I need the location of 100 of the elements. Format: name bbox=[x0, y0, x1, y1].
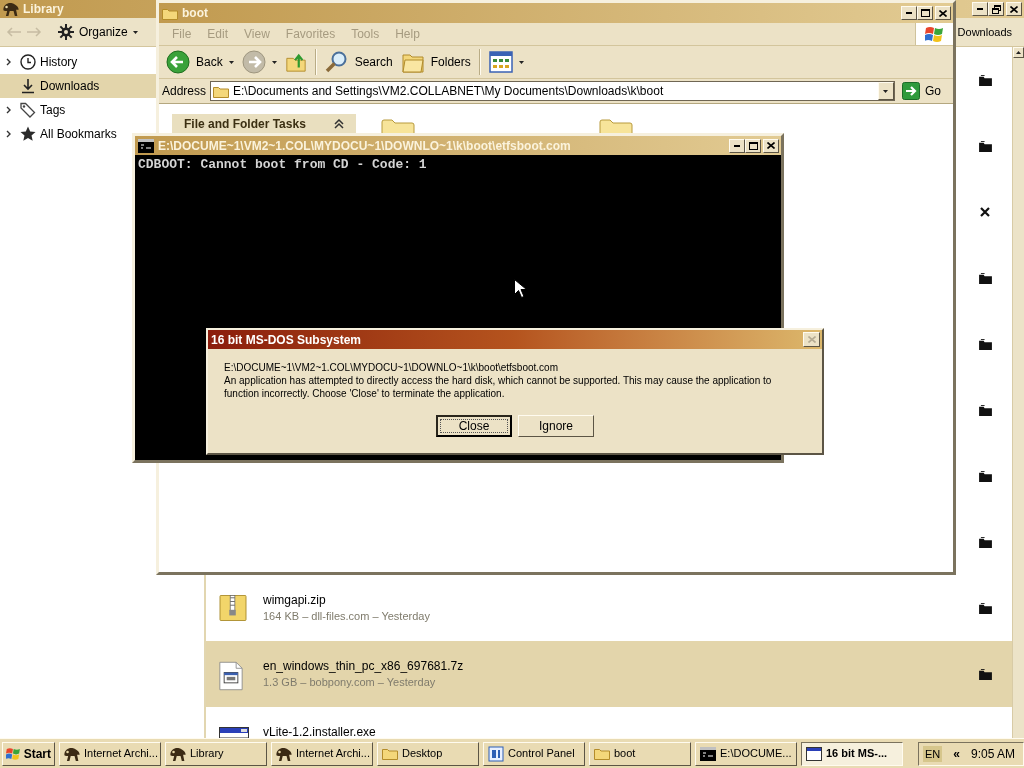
folder-icon[interactable] bbox=[978, 470, 992, 482]
organize-button[interactable]: Organize bbox=[56, 21, 140, 43]
maximize-button[interactable] bbox=[917, 6, 933, 20]
dialog-message: E:\DOCUME~1\VM2~1.COL\MYDOCU~1\DOWNLO~1\k\boot\etfsboot.com bbox=[224, 361, 559, 374]
restore-button[interactable] bbox=[988, 2, 1004, 16]
window-icon bbox=[806, 746, 822, 761]
folder-up-icon bbox=[284, 51, 307, 73]
maximize-icon bbox=[748, 141, 758, 150]
zip-file-icon bbox=[219, 595, 247, 621]
taskbar-button[interactable]: Library bbox=[165, 741, 267, 766]
minimize-button[interactable] bbox=[729, 138, 745, 153]
folder-icon bbox=[594, 747, 610, 760]
up-arrow-icon bbox=[1016, 51, 1021, 54]
start-button[interactable]: Start bbox=[2, 741, 55, 766]
search-icon bbox=[324, 50, 349, 74]
window-title: Library bbox=[23, 2, 64, 16]
folder-icon bbox=[213, 84, 230, 98]
collapse-icon bbox=[334, 118, 344, 129]
maximize-button[interactable] bbox=[745, 138, 761, 153]
download-row[interactable]: en_windows_thin_pc_x86_697681.7z 1.3 GB – bobpony.com – Yesterday bbox=[206, 641, 1012, 707]
taskbar-button[interactable]: 16 bit MS-... bbox=[801, 741, 903, 766]
console-line: CDBOOT: Cannot boot from CD - Code: 1 bbox=[138, 157, 427, 173]
control-panel-icon bbox=[488, 745, 504, 762]
window-title: 16 bit MS-DOS Subsystem bbox=[211, 332, 362, 347]
window-title: boot bbox=[182, 6, 208, 20]
caret-icon bbox=[518, 60, 524, 64]
restore-icon bbox=[991, 4, 1001, 14]
folder-icon[interactable] bbox=[978, 602, 992, 614]
logo-icon bbox=[925, 25, 944, 43]
address-field[interactable]: E:\Documents and Settings\VM2.COLLABNET\My Documents\Downloads\k\boot bbox=[210, 81, 895, 101]
program-window-icon bbox=[219, 727, 249, 738]
dialog-button[interactable]: Ignore bbox=[518, 415, 594, 437]
scroll-up-button[interactable] bbox=[1013, 47, 1024, 58]
taskbar-button[interactable]: boot bbox=[589, 741, 691, 766]
chevron-right-icon bbox=[5, 130, 11, 138]
tag-icon bbox=[20, 102, 36, 118]
close-icon bbox=[939, 9, 947, 17]
folder-icon[interactable] bbox=[978, 536, 992, 548]
grid-view-icon bbox=[488, 51, 513, 73]
minimize-button[interactable] bbox=[901, 6, 917, 20]
app-icon bbox=[170, 746, 186, 761]
minimize-icon bbox=[906, 12, 912, 14]
caret-icon bbox=[883, 89, 889, 93]
taskbar-button[interactable]: Control Panel bbox=[483, 741, 585, 766]
caret-icon bbox=[271, 60, 277, 64]
caret-icon bbox=[228, 60, 234, 64]
dialog-message: An application has attempted to directly access the hard disk, which cannot be supported. This may cause the application to function incorrectly. Choose 'Close' to terminate the application. bbox=[224, 374, 773, 400]
taskbar-button[interactable]: Desktop bbox=[377, 741, 479, 766]
toolbar-label: Downloads bbox=[957, 24, 1012, 40]
clock: 9:05 AM bbox=[970, 745, 1016, 763]
folders-button[interactable]: Folders bbox=[397, 48, 474, 76]
close-button[interactable] bbox=[935, 6, 951, 20]
search-button[interactable]: Search bbox=[321, 48, 396, 76]
go-arrow-icon bbox=[902, 82, 920, 100]
close-icon bbox=[807, 336, 816, 343]
app-icon bbox=[276, 746, 292, 761]
clock-icon bbox=[20, 54, 36, 70]
console-icon bbox=[138, 138, 154, 153]
taskbar-button[interactable]: Internet Archi... bbox=[271, 741, 373, 766]
logo-icon bbox=[6, 746, 21, 761]
maximize-icon bbox=[920, 9, 930, 17]
folder-icon[interactable] bbox=[978, 404, 992, 416]
gear-icon bbox=[58, 24, 74, 40]
minimize-button[interactable] bbox=[972, 2, 988, 16]
taskbar-button[interactable]: E:\DOCUME... bbox=[695, 741, 797, 766]
folder-icon bbox=[598, 117, 634, 133]
file-name: en_windows_thin_pc_x86_697681.7z bbox=[263, 660, 464, 672]
folder-icon[interactable] bbox=[978, 74, 992, 86]
folders-icon bbox=[400, 51, 425, 73]
minimize-icon bbox=[977, 8, 983, 10]
close-button[interactable] bbox=[763, 138, 779, 153]
window-title: E:\DOCUME~1\VM2~1.COL\MYDOCU~1\DOWNLO~1\k\boot\etfsboot.com bbox=[158, 138, 571, 153]
file-name: wimgapi.zip bbox=[263, 594, 326, 606]
close-button[interactable] bbox=[1006, 2, 1022, 16]
file-details: 1.3 GB – bobpony.com – Yesterday bbox=[263, 676, 436, 689]
language-indicator[interactable]: EN bbox=[923, 745, 943, 762]
arrow-left-icon bbox=[6, 27, 22, 37]
go-button[interactable]: Go bbox=[899, 82, 944, 100]
dialog-button[interactable]: Close bbox=[436, 415, 512, 437]
folder-icon[interactable] bbox=[978, 338, 992, 350]
tasks-panel-header[interactable]: File and Folder Tasks bbox=[172, 114, 356, 133]
dropdown-button[interactable] bbox=[878, 82, 894, 100]
app-icon bbox=[64, 746, 80, 761]
folder-icon[interactable] bbox=[978, 272, 992, 284]
taskbar-button[interactable]: Internet Archi... bbox=[59, 741, 161, 766]
file-name: vLite-1.2.installer.exe bbox=[263, 726, 376, 738]
download-icon bbox=[20, 78, 36, 94]
folder-icon bbox=[382, 747, 398, 760]
folder-icon[interactable] bbox=[978, 140, 992, 152]
file-details: 164 KB – dll-files.com – Yesterday bbox=[263, 610, 430, 623]
folder-icon bbox=[380, 117, 416, 133]
close-icon[interactable] bbox=[980, 207, 990, 217]
show-hidden-icons-button[interactable]: « bbox=[951, 744, 962, 763]
close-icon bbox=[767, 142, 775, 149]
minimize-icon bbox=[734, 144, 740, 147]
folder-icon[interactable] bbox=[978, 668, 992, 680]
back-button[interactable]: Back bbox=[163, 48, 237, 76]
mouse-pointer-icon bbox=[514, 279, 526, 298]
sidebar-item[interactable]: Downloads bbox=[0, 74, 156, 98]
address-label: Address bbox=[162, 83, 207, 100]
